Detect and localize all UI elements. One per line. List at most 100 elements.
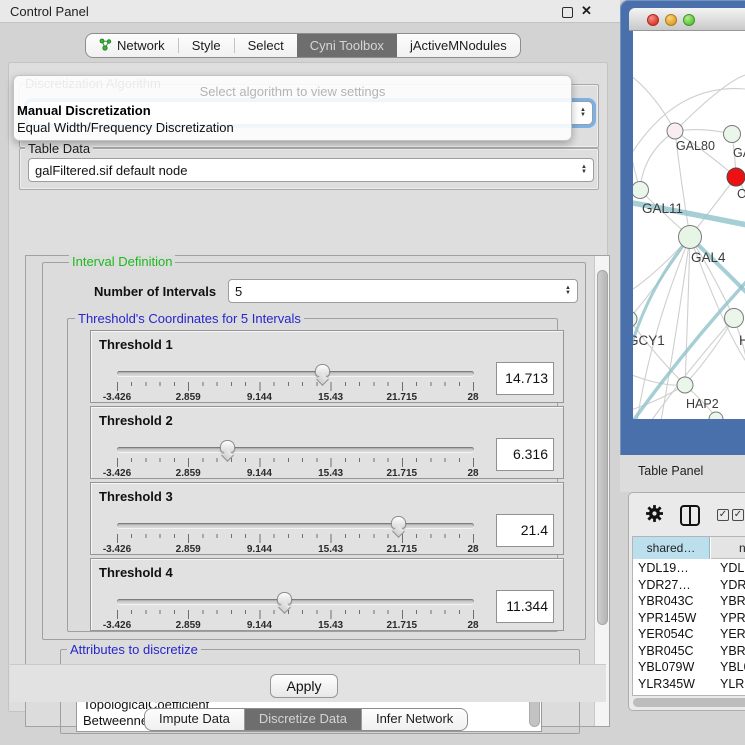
table-row[interactable]: YBR045CYBR0 <box>633 642 745 659</box>
num-intervals-value: 5 <box>235 284 561 299</box>
horizontal-scrollbar-thumb[interactable] <box>633 698 745 707</box>
cell-shared-name[interactable]: YER054C <box>633 627 710 641</box>
threshold-value-field[interactable]: 6.316 <box>496 438 554 471</box>
slider-track[interactable] <box>117 523 474 528</box>
node-h[interactable] <box>725 309 744 328</box>
cell-name[interactable]: YBR0 <box>710 644 745 658</box>
vertical-scrollbar-track[interactable] <box>594 256 609 726</box>
cell-name[interactable]: YIL0 <box>710 693 745 696</box>
mac-zoom-icon[interactable] <box>683 14 695 26</box>
tab-network-label: Network <box>117 38 165 53</box>
threshold-slider[interactable]: -3.4262.8599.14415.4321.71528 <box>117 515 474 553</box>
slider-thumb[interactable] <box>277 592 292 605</box>
slider-thumb[interactable] <box>220 440 235 453</box>
threshold-value-field[interactable]: 11.344 <box>496 590 554 623</box>
tab-cyni-toolbox[interactable]: Cyni Toolbox <box>297 34 397 57</box>
cell-name[interactable]: YDL1 <box>710 561 745 575</box>
threshold-panel-4: Threshold 4-3.4262.8599.14415.4321.71528… <box>90 558 564 631</box>
dropdown-option-manual[interactable]: Manual Discretization <box>17 103 151 118</box>
cell-shared-name[interactable]: YIL052C <box>633 693 710 696</box>
close-icon[interactable]: ✕ <box>581 3 592 19</box>
cell-name[interactable]: YBR0 <box>710 594 745 608</box>
cell-shared-name[interactable]: YDR27… <box>633 578 710 592</box>
tab-select[interactable]: Select <box>235 34 297 57</box>
attributes-title: Attributes to discretize <box>67 642 201 657</box>
num-intervals-combo[interactable]: 5 ▲▼ <box>228 279 578 303</box>
thresholds-title: Threshold's Coordinates for 5 Intervals <box>75 311 304 326</box>
slider-track[interactable] <box>117 599 474 604</box>
node-gal11[interactable] <box>633 182 649 199</box>
node-table[interactable]: shared… na YDL19…YDL1YDR27…YDR2YBR043CYB… <box>632 536 745 696</box>
threshold-value-field[interactable]: 21.4 <box>496 514 554 547</box>
table-row[interactable]: YLR345WYLR3 <box>633 675 745 692</box>
tab-style[interactable]: Style <box>179 34 234 57</box>
column-header-name[interactable]: na <box>711 537 745 559</box>
settings-scrollpane: Interval Definition Number of Intervals … <box>25 255 610 727</box>
table-data-combo[interactable]: galFiltered.sif default node ▲▼ <box>28 158 594 182</box>
threshold-label: Threshold 3 <box>99 489 173 504</box>
tab-infer-network[interactable]: Infer Network <box>362 709 467 730</box>
table-row[interactable]: YDL19…YDL1 <box>633 559 745 576</box>
slider-tick-label: -3.426 <box>103 544 131 555</box>
tab-jactivemnodules[interactable]: jActiveMNodules <box>397 34 520 57</box>
node-gcy1[interactable] <box>633 311 637 327</box>
node-gal4[interactable] <box>679 226 702 249</box>
table-row[interactable]: YBL079WYBL0 <box>633 658 745 675</box>
node-selected-red[interactable] <box>727 168 745 186</box>
column-header-shared-name[interactable]: shared… <box>633 537 710 559</box>
checkbox-icon[interactable]: ✓ <box>732 509 744 521</box>
threshold-panel-3: Threshold 3 -3.4262.8599.14415.4321.71528… <box>90 482 564 555</box>
slider-tick-label: 2.859 <box>176 392 201 403</box>
table-row[interactable]: YPR145WYPR1 <box>633 609 745 626</box>
cell-shared-name[interactable]: YPR145W <box>633 611 710 625</box>
table-row[interactable]: YBR043CYBR0 <box>633 592 745 609</box>
cell-shared-name[interactable]: YDL19… <box>633 561 710 575</box>
mac-minimize-icon[interactable] <box>665 14 677 26</box>
slider-thumb[interactable] <box>391 516 406 529</box>
tab-network[interactable]: Network <box>86 34 178 57</box>
cell-name[interactable]: YPR1 <box>710 611 745 625</box>
apply-button[interactable]: Apply <box>270 674 338 698</box>
mac-close-icon[interactable] <box>647 14 659 26</box>
float-window-icon[interactable] <box>562 7 573 18</box>
cell-name[interactable]: YER0 <box>710 627 745 641</box>
tab-impute-data[interactable]: Impute Data <box>145 709 245 730</box>
network-icon <box>99 38 112 54</box>
slider-tick-label: 28 <box>467 544 478 555</box>
tab-discretize-data[interactable]: Discretize Data <box>245 709 362 730</box>
slider-tick-label: 2.859 <box>176 468 201 479</box>
table-panel-title: Table Panel <box>638 464 703 478</box>
slider-track[interactable] <box>117 371 474 376</box>
vertical-scrollbar-thumb[interactable] <box>597 270 608 625</box>
slider-tick-label: 21.715 <box>387 468 418 479</box>
node-gal80[interactable] <box>667 123 683 139</box>
checkbox-icon[interactable]: ✓ <box>717 509 729 521</box>
node-partial-ne[interactable] <box>724 126 741 143</box>
slider-track[interactable] <box>117 447 474 452</box>
gear-icon[interactable] <box>645 504 664 528</box>
threshold-slider[interactable]: -3.4262.8599.14415.4321.71528 <box>117 439 474 477</box>
slider-tick-label: 9.144 <box>247 468 272 479</box>
network-window-titlebar[interactable] <box>629 8 745 31</box>
column-layout-icon[interactable] <box>680 505 700 526</box>
node-partial-bottom[interactable] <box>709 412 723 419</box>
cell-shared-name[interactable]: YBL079W <box>633 660 710 674</box>
cell-name[interactable]: YBL0 <box>710 660 745 674</box>
cell-shared-name[interactable]: YLR345W <box>633 677 710 691</box>
network-canvas[interactable]: GAL80 GA C GAL11 GAL4 GCY1 H HAP2 <box>633 31 745 419</box>
table-row[interactable]: YIL052CYIL0 <box>633 691 745 696</box>
slider-tick-label: 9.144 <box>247 544 272 555</box>
threshold-value-field[interactable]: 14.713 <box>496 362 554 395</box>
cell-shared-name[interactable]: YBR043C <box>633 594 710 608</box>
threshold-slider[interactable]: -3.4262.8599.14415.4321.71528 <box>117 363 474 401</box>
threshold-slider[interactable]: -3.4262.8599.14415.4321.71528 <box>117 591 474 629</box>
slider-thumb[interactable] <box>315 364 330 377</box>
cell-shared-name[interactable]: YBR045C <box>633 644 710 658</box>
slider-tick-label: -3.426 <box>103 468 131 479</box>
table-row[interactable]: YER054CYER0 <box>633 625 745 642</box>
cell-name[interactable]: YLR3 <box>710 677 745 691</box>
dropdown-option-equal-width[interactable]: Equal Width/Frequency Discretization <box>17 120 234 135</box>
table-row[interactable]: YDR27…YDR2 <box>633 576 745 593</box>
node-hap2[interactable] <box>677 377 693 393</box>
cell-name[interactable]: YDR2 <box>710 578 745 592</box>
